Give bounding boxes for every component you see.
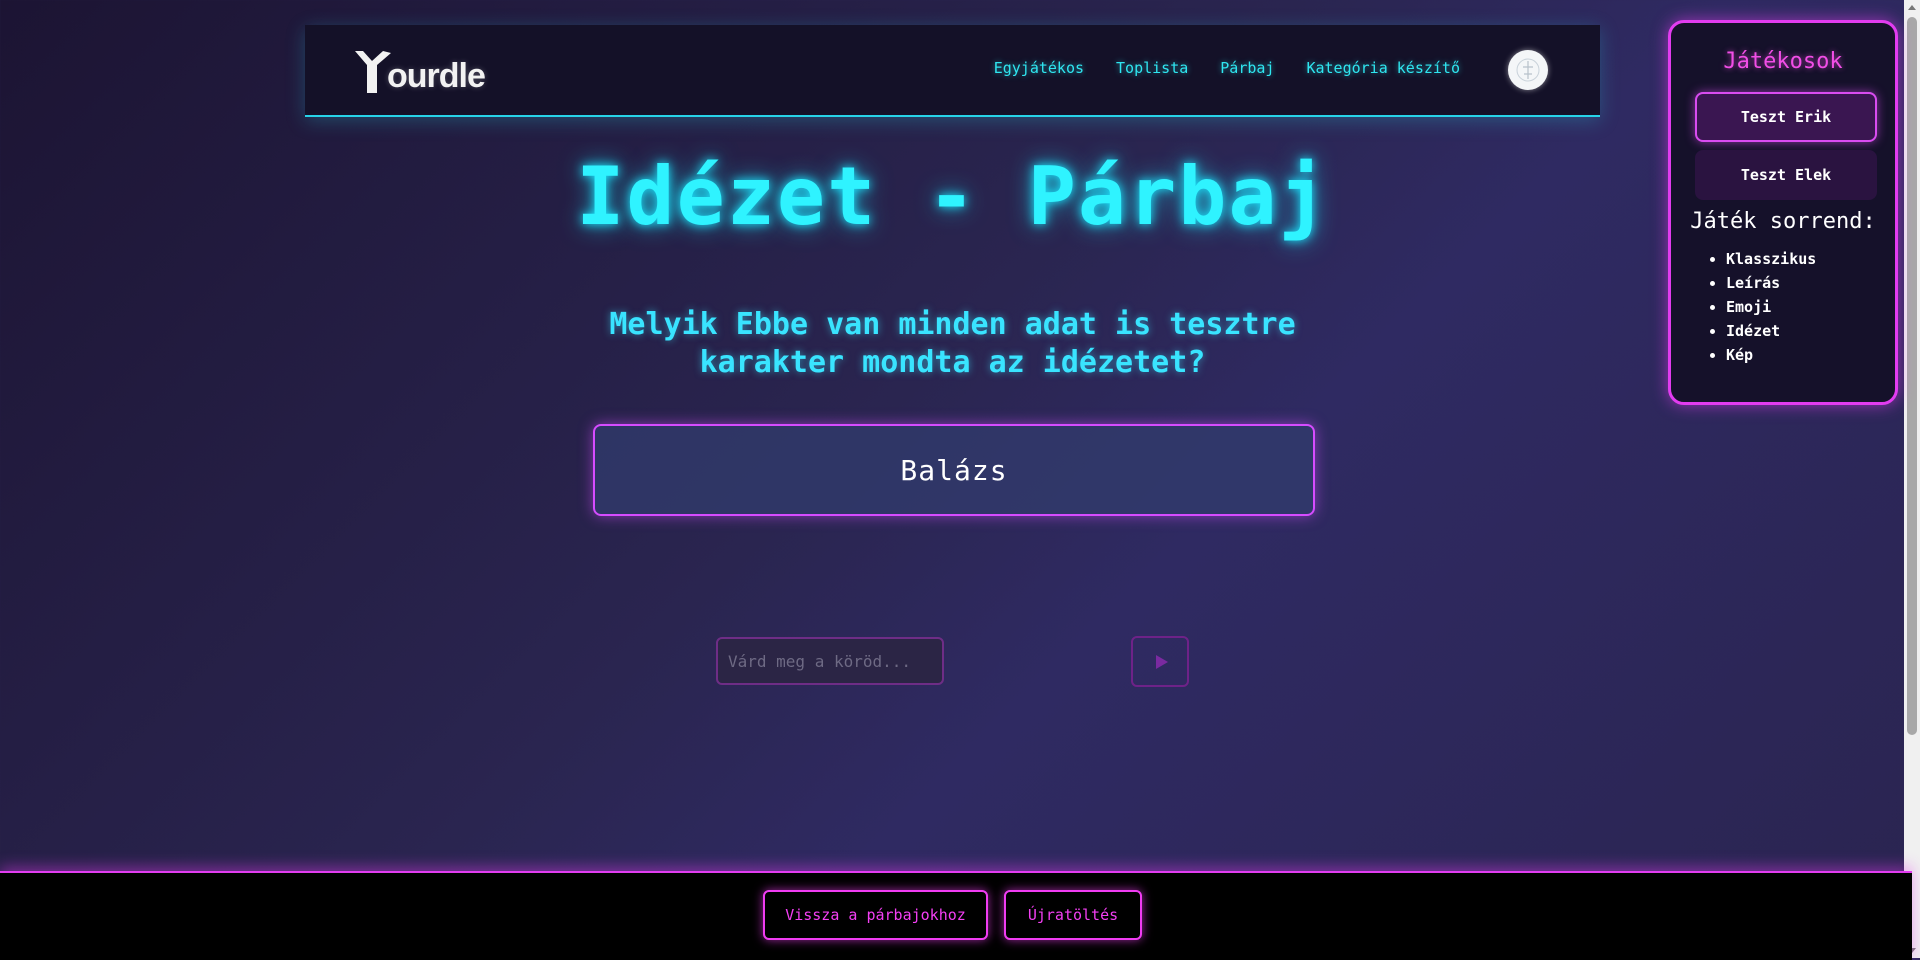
send-button[interactable] bbox=[1131, 636, 1189, 687]
page-title: Idézet - Párbaj bbox=[576, 150, 1329, 243]
players-panel: Játékosok Teszt Erik Teszt Elek Játék so… bbox=[1668, 20, 1898, 405]
list-item: Kép bbox=[1726, 343, 1816, 367]
list-item: Klasszikus bbox=[1726, 247, 1816, 271]
players-title: Játékosok bbox=[1723, 49, 1843, 74]
back-to-duels-button[interactable]: Vissza a párbajokhoz bbox=[763, 890, 988, 940]
nav-link-leaderboard[interactable]: Toplista bbox=[1116, 59, 1188, 77]
reload-button[interactable]: Újratöltés bbox=[1004, 890, 1142, 940]
game-order-title: Játék sorrend: bbox=[1690, 209, 1876, 234]
play-icon bbox=[1155, 654, 1168, 669]
player-button-teszt-elek[interactable]: Teszt Elek bbox=[1695, 150, 1877, 200]
list-item: Leírás bbox=[1726, 271, 1816, 295]
nav-links: Egyjátékos Toplista Párbaj Kategória kés… bbox=[994, 59, 1460, 77]
yourdle-logo[interactable]: ourdle bbox=[353, 47, 486, 95]
page-scrollbar[interactable] bbox=[1904, 0, 1920, 958]
guess-input[interactable] bbox=[716, 637, 944, 685]
answer-text: Balázs bbox=[900, 453, 1008, 487]
answer-box: Balázs bbox=[593, 424, 1315, 516]
avatar-emblem-icon bbox=[1516, 58, 1540, 82]
top-navbar: ourdle Egyjátékos Toplista Párbaj Kategó… bbox=[305, 25, 1600, 117]
player-button-teszt-erik[interactable]: Teszt Erik bbox=[1695, 92, 1877, 142]
question-text: Melyik Ebbe van minden adat is tesztre k… bbox=[609, 307, 1296, 380]
game-order-list: Klasszikus Leírás Emoji Idézet Kép bbox=[1701, 247, 1816, 367]
footer-bar: Vissza a párbajokhoz Újratöltés bbox=[0, 871, 1912, 960]
user-avatar-icon[interactable] bbox=[1508, 50, 1548, 90]
nav-link-duel[interactable]: Párbaj bbox=[1220, 59, 1274, 77]
scroll-thumb[interactable] bbox=[1907, 17, 1917, 735]
list-item: Idézet bbox=[1726, 319, 1816, 343]
logo-text: ourdle bbox=[387, 57, 486, 95]
list-item: Emoji bbox=[1726, 295, 1816, 319]
scroll-up-icon[interactable] bbox=[1908, 5, 1916, 10]
nav-link-category-maker[interactable]: Kategória készítő bbox=[1306, 59, 1460, 77]
nav-link-singleplayer[interactable]: Egyjátékos bbox=[994, 59, 1084, 77]
